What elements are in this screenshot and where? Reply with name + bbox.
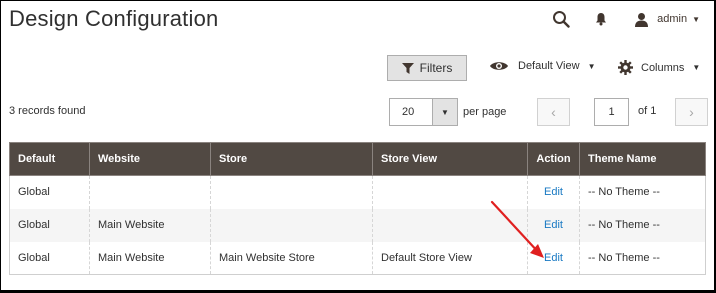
- cell-store: Main Website Store: [210, 241, 373, 275]
- table-row: Global Main Website Edit -- No Theme --: [9, 208, 706, 242]
- edit-link[interactable]: Edit: [544, 252, 563, 264]
- cell-store-view: [372, 208, 528, 242]
- per-page-value: 20: [402, 106, 415, 118]
- edit-link[interactable]: Edit: [544, 186, 563, 198]
- chevron-down-icon: ▼: [692, 14, 700, 24]
- grid-toolbar: Filters Default View ▼ Columns ▼: [0, 55, 716, 81]
- gear-icon: [618, 60, 633, 75]
- chevron-down-icon: ▼: [587, 61, 596, 71]
- chevron-down-icon[interactable]: ▼: [432, 99, 457, 125]
- column-header-default[interactable]: Default: [9, 142, 90, 176]
- cell-theme-name: -- No Theme --: [579, 208, 706, 242]
- edit-link[interactable]: Edit: [544, 219, 563, 231]
- cell-store: [210, 175, 373, 209]
- cell-store-view: [372, 175, 528, 209]
- header-actions: admin ▼: [548, 6, 700, 32]
- table-row: Global Edit -- No Theme --: [9, 175, 706, 209]
- column-header-action: Action: [527, 142, 580, 176]
- cell-action: Edit: [527, 241, 580, 275]
- user-icon: [634, 12, 649, 27]
- cell-website: Main Website: [89, 208, 211, 242]
- per-page-label: per page: [463, 106, 507, 118]
- cell-store-view: Default Store View: [372, 241, 528, 275]
- columns-label: Columns: [641, 61, 685, 74]
- per-page-dropdown[interactable]: 20 ▼: [389, 98, 458, 126]
- cell-default: Global: [9, 241, 90, 275]
- filters-button[interactable]: Filters: [387, 55, 467, 81]
- grid-header-row: Default Website Store Store View Action …: [9, 142, 706, 176]
- chevron-right-icon: ›: [689, 104, 694, 120]
- search-icon[interactable]: [548, 6, 574, 32]
- chevron-down-icon: ▼: [692, 63, 701, 72]
- previous-page-button[interactable]: ‹: [537, 98, 570, 126]
- per-page-selector: 20 ▼ per page: [389, 98, 506, 126]
- table-row: Global Main Website Main Website Store D…: [9, 241, 706, 275]
- design-config-grid: Default Website Store Store View Action …: [9, 142, 706, 275]
- cell-store: [210, 208, 373, 242]
- cell-default: Global: [9, 175, 90, 209]
- cell-action: Edit: [527, 208, 580, 242]
- funnel-icon: [401, 62, 414, 74]
- page-title: Design Configuration: [9, 6, 219, 31]
- column-header-store[interactable]: Store: [210, 142, 373, 176]
- current-page-input[interactable]: [594, 98, 629, 126]
- admin-username: admin: [657, 13, 688, 25]
- admin-user-menu[interactable]: admin ▼: [634, 12, 700, 27]
- bell-icon[interactable]: [588, 6, 614, 32]
- cell-website: [89, 175, 211, 209]
- cell-website: Main Website: [89, 241, 211, 275]
- column-header-theme-name[interactable]: Theme Name: [579, 142, 706, 176]
- cell-theme-name: -- No Theme --: [579, 175, 706, 209]
- cell-theme-name: -- No Theme --: [579, 241, 706, 275]
- records-count: 3 records found: [9, 105, 86, 117]
- column-header-store-view[interactable]: Store View: [372, 142, 528, 176]
- cell-default: Global: [9, 208, 90, 242]
- columns-control[interactable]: Columns ▼: [618, 60, 700, 75]
- chevron-left-icon: ‹: [551, 104, 556, 120]
- view-switcher[interactable]: Default View ▼: [489, 60, 595, 72]
- page-total: of 1: [638, 105, 657, 117]
- eye-icon: [489, 60, 509, 72]
- cell-action: Edit: [527, 175, 580, 209]
- view-label: Default View: [518, 60, 580, 72]
- next-page-button[interactable]: ›: [675, 98, 708, 126]
- filters-label: Filters: [419, 61, 453, 75]
- column-header-website[interactable]: Website: [89, 142, 211, 176]
